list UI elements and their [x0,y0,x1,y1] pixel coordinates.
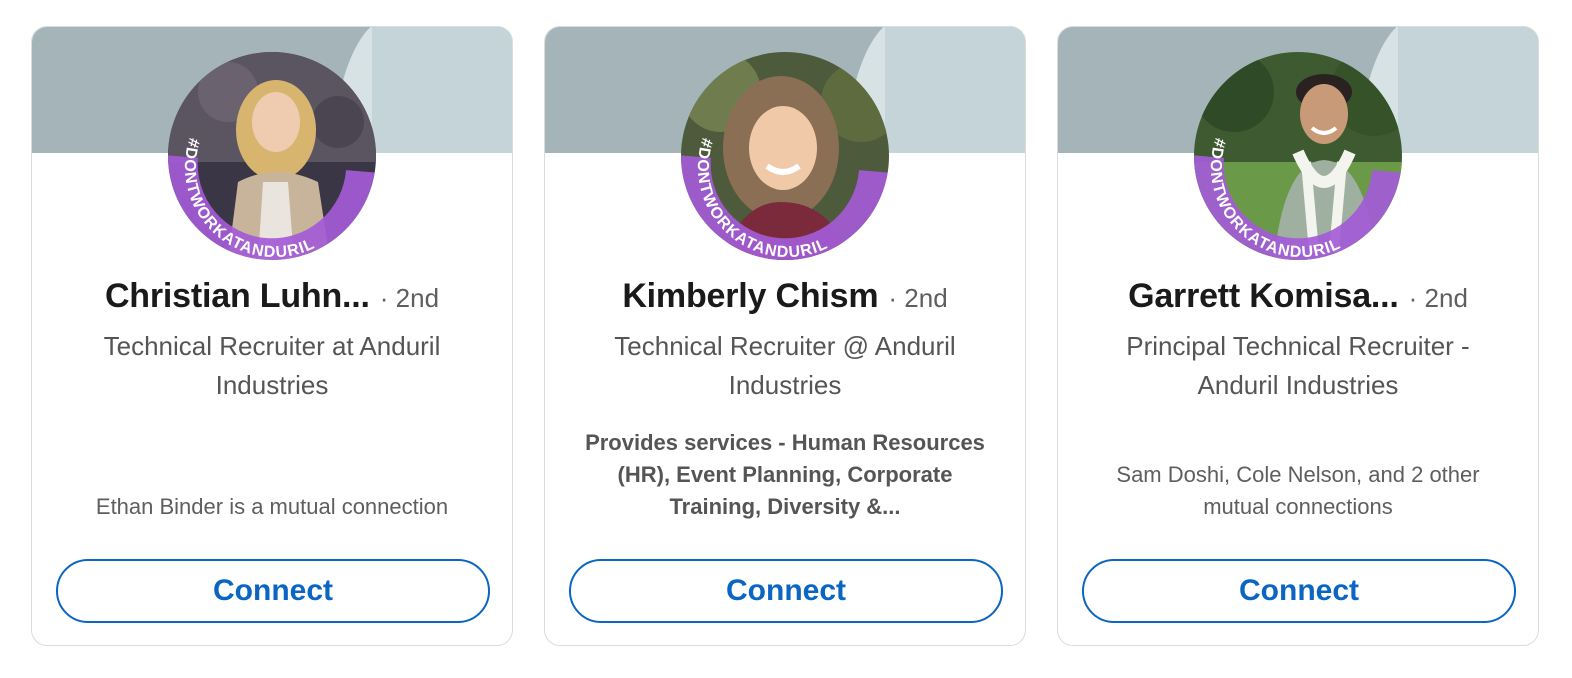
profile-card[interactable]: #DONTWORKATANDURIL Garrett Komisa... · 2n… [1057,26,1539,646]
profile-card[interactable]: #DONTWORKATANDURIL Kimberly Chism · 2nd T… [544,26,1026,646]
profile-card[interactable]: #DONTWORKATANDURIL Christian Luhn... · 2n… [31,26,513,646]
services-insight: Provides services - Human Resources (HR)… [585,430,985,519]
profile-headline: Technical Recruiter @ Anduril Industries [614,331,956,400]
connection-degree: · 2nd [888,283,948,313]
people-cards: #DONTWORKATANDURIL Christian Luhn... · 2n… [0,0,1572,678]
connect-button[interactable]: Connect [569,559,1003,623]
profile-name[interactable]: Garrett Komisa... [1128,277,1399,315]
connection-degree: · 2nd [379,283,440,313]
profile-headline: Technical Recruiter at Anduril Industrie… [103,331,441,400]
profile-headline: Principal Technical Recruiter - Anduril … [1126,331,1470,400]
connect-button[interactable]: Connect [1082,559,1516,623]
connect-button[interactable]: Connect [56,559,490,623]
name-row: Christian Luhn... · 2nd [32,277,512,316]
mutual-connections: Ethan Binder is a mutual connection [95,494,449,519]
profile-avatar[interactable]: #DONTWORKATANDURIL [168,52,376,260]
mutual-connections: Sam Doshi, Cole Nelson, and 2 other mutu… [1116,462,1480,519]
name-row: Kimberly Chism · 2nd [545,277,1025,316]
profile-name[interactable]: Christian Luhn... [105,277,370,315]
name-row: Garrett Komisa... · 2nd [1058,277,1538,316]
profile-avatar[interactable]: #DONTWORKATANDURIL [681,52,889,260]
connection-degree: · 2nd [1408,283,1468,313]
profile-avatar[interactable]: #DONTWORKATANDURIL [1194,52,1402,260]
profile-name[interactable]: Kimberly Chism [622,277,878,315]
